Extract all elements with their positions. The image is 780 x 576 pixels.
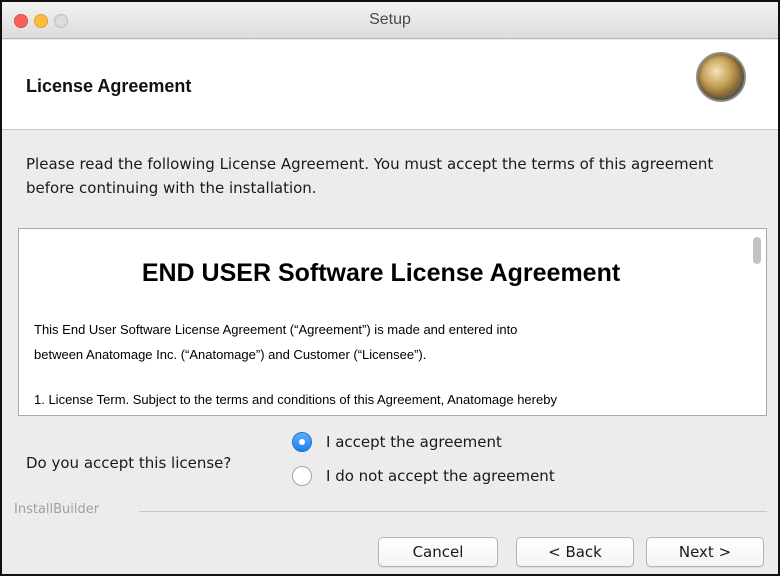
license-paragraph-line: between Anatomage Inc. (“Anatomage”) and… (34, 347, 427, 362)
footer-divider (139, 511, 767, 512)
decline-option[interactable]: I do not accept the agreement (292, 464, 555, 488)
accept-option[interactable]: I accept the agreement (292, 430, 502, 454)
decline-radio-button[interactable] (292, 466, 312, 486)
license-clause: 1. License Term. Subject to the terms an… (34, 392, 557, 407)
cancel-button[interactable]: Cancel (378, 537, 498, 567)
license-paragraph-line: This End User Software License Agreement… (34, 322, 518, 337)
window-title: Setup (369, 11, 411, 28)
license-heading: END USER Software License Agreement (141, 259, 621, 287)
scrollbar-thumb[interactable] (753, 237, 761, 264)
page-header: License Agreement (2, 40, 778, 130)
next-button[interactable]: Next > (646, 537, 764, 567)
instructions-text: Please read the following License Agreem… (26, 155, 714, 197)
installer-logo-icon (696, 52, 746, 102)
back-button[interactable]: < Back (516, 537, 634, 567)
license-body: This End User Software License Agreement… (34, 317, 738, 412)
setup-window: Setup License Agreement Please read the … (0, 0, 780, 576)
license-text-area[interactable]: END USER Software License Agreement This… (18, 228, 767, 416)
accept-question: Do you accept this license? (26, 454, 232, 472)
installbuilder-brand: InstallBuilder (14, 502, 100, 517)
license-scrollbar[interactable] (748, 229, 766, 415)
accept-radio-button[interactable] (292, 432, 312, 452)
title-bar[interactable]: Setup (2, 2, 778, 39)
decline-option-label[interactable]: I do not accept the agreement (326, 467, 555, 485)
accept-option-label[interactable]: I accept the agreement (326, 433, 502, 451)
page-title: License Agreement (26, 76, 192, 96)
